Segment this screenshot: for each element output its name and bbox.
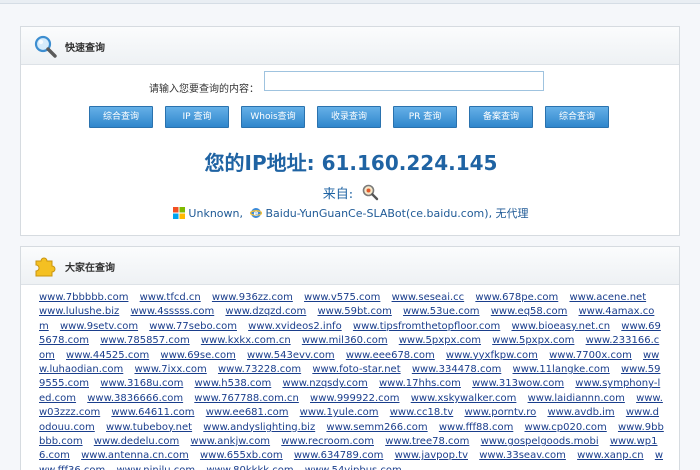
domain-link[interactable]: www.h538.com xyxy=(195,378,272,389)
domain-link[interactable]: www.69se.com xyxy=(160,350,235,361)
domain-link[interactable]: www.999922.com xyxy=(310,393,400,404)
domain-link[interactable]: www.yyxfkpw.com xyxy=(446,350,538,361)
domain-link[interactable]: www.77sebo.com xyxy=(149,321,237,332)
domain-link[interactable]: www.tfcd.cn xyxy=(140,292,201,303)
browser-text: Baidu-YunGuanCe-SLABot(ce.baidu.com), 无代… xyxy=(265,207,529,220)
domain-link[interactable]: www.bioeasy.net.cn xyxy=(511,321,610,332)
domain-link[interactable]: www.313wow.com xyxy=(472,378,564,389)
domain-link[interactable]: www.44525.com xyxy=(66,350,149,361)
query-button-row: 综合查询 IP 查询 Whois查询 收录查询 PR 查询 备案查询 综合查询 xyxy=(89,106,629,128)
domain-link[interactable]: www.80kkkk.com xyxy=(206,465,293,470)
domain-link[interactable]: www.xskywalker.com xyxy=(411,393,517,404)
puzzle-icon xyxy=(35,257,56,277)
domain-link[interactable]: www.seseai.cc xyxy=(392,292,465,303)
domain-link[interactable]: www.lulushe.biz xyxy=(39,306,119,317)
popular-queries-header: 大家在查询 xyxy=(21,247,679,285)
domain-link[interactable]: www.javpop.tv xyxy=(395,450,468,461)
icp-query-button[interactable]: 备案查询 xyxy=(469,106,533,128)
domain-link[interactable]: www.5pxpx.com xyxy=(399,335,481,346)
domain-link[interactable]: www.7700x.com xyxy=(549,350,632,361)
quick-query-panel: 快速查询 请输入您要查询的内容： 综合查询 IP 查询 Whois查询 收录查询… xyxy=(20,26,680,236)
domain-link[interactable]: www.5pxpx.com xyxy=(492,335,574,346)
domain-link[interactable]: www.v575.com xyxy=(304,292,380,303)
domain-link[interactable]: www.678pe.com xyxy=(475,292,558,303)
domain-link[interactable]: www.ee681.com xyxy=(206,407,289,418)
domain-link[interactable]: www.17hhs.com xyxy=(379,378,461,389)
domain-link[interactable]: www.785857.com xyxy=(100,335,190,346)
comprehensive-query-button[interactable]: 综合查询 xyxy=(89,106,153,128)
domain-link[interactable]: www.767788.com.cn xyxy=(194,393,299,404)
domain-link[interactable]: www.xvideos2.info xyxy=(248,321,342,332)
domain-link[interactable]: www.3836666.com xyxy=(87,393,183,404)
domain-link[interactable]: www.recroom.com xyxy=(281,436,374,447)
domain-link[interactable]: www.andyslighting.biz xyxy=(203,422,315,433)
domain-link[interactable]: www.ankjw.com xyxy=(190,436,270,447)
domain-link[interactable]: www.7ixx.com xyxy=(134,364,206,375)
domain-link[interactable]: www.antenna.cn.com xyxy=(81,450,189,461)
domain-link[interactable]: www.334478.com xyxy=(412,364,502,375)
domain-link[interactable]: www.53ue.com xyxy=(403,306,480,317)
domain-link[interactable]: www.kxkx.com.cn xyxy=(201,335,291,346)
top-border xyxy=(0,0,700,4)
domain-link[interactable]: www.xanp.cn xyxy=(577,450,644,461)
windows-flag-icon xyxy=(173,207,186,219)
query-input[interactable] xyxy=(264,71,544,91)
domain-link[interactable]: www.543evv.com xyxy=(247,350,335,361)
domain-link[interactable]: www.ninilu.com xyxy=(116,465,195,470)
domain-link[interactable]: www.cp020.com xyxy=(525,422,607,433)
domain-link[interactable]: www.54vipbus.com xyxy=(305,465,402,470)
magnifier-icon[interactable] xyxy=(361,183,379,201)
domain-link[interactable]: www.cc18.tv xyxy=(390,407,454,418)
domain-link[interactable]: www.foto-star.net xyxy=(312,364,400,375)
quick-query-header: 快速查询 xyxy=(21,27,679,65)
popular-queries-panel: 大家在查询 www.7bbbbb.com www.tfcd.cn www.936… xyxy=(20,246,680,470)
domain-link[interactable]: www.acene.net xyxy=(569,292,646,303)
ip-query-button[interactable]: IP 查询 xyxy=(165,106,229,128)
domain-link[interactable]: www.dzqzd.com xyxy=(225,306,306,317)
domain-link[interactable]: www.1yule.com xyxy=(300,407,379,418)
domain-link[interactable]: www.eq58.com xyxy=(491,306,568,317)
domain-link[interactable]: www.mil360.com xyxy=(302,335,388,346)
pr-query-button[interactable]: PR 查询 xyxy=(393,106,457,128)
domain-link[interactable]: www.fff88.com xyxy=(439,422,513,433)
svg-text:e: e xyxy=(254,210,259,218)
domain-link[interactable]: www.gospelgoods.mobi xyxy=(481,436,599,447)
domain-link[interactable]: www.4sssss.com xyxy=(130,306,214,317)
domain-link[interactable]: www.eee678.com xyxy=(346,350,435,361)
domain-link[interactable]: www.3168u.com xyxy=(100,378,183,389)
origin-label: 来自: xyxy=(322,187,354,202)
domain-link[interactable]: www.tipsfromthetopfloor.com xyxy=(353,321,500,332)
browser-globe-icon: e xyxy=(250,208,263,218)
domain-link[interactable]: www.634789.com xyxy=(294,450,384,461)
magnifier-icon xyxy=(34,35,57,58)
popular-domain-list: www.7bbbbb.com www.tfcd.cn www.936zz.com… xyxy=(39,291,664,470)
comprehensive-query-button-2[interactable]: 综合查询 xyxy=(545,106,609,128)
origin-line: 来自: xyxy=(21,183,681,202)
domain-link[interactable]: www.avdb.im xyxy=(547,407,614,418)
query-label: 请输入您要查询的内容： xyxy=(149,84,259,95)
domain-link[interactable]: www.semm266.com xyxy=(326,422,427,433)
domain-link[interactable]: www.33seav.com xyxy=(479,450,566,461)
domain-link[interactable]: www.laidiannn.com xyxy=(528,393,625,404)
domain-link[interactable]: www.7bbbbb.com xyxy=(39,292,128,303)
domain-link[interactable]: www.59bt.com xyxy=(317,306,391,317)
whois-query-button[interactable]: Whois查询 xyxy=(241,106,305,128)
domain-link[interactable]: www.936zz.com xyxy=(212,292,293,303)
ip-address-text: 您的IP地址: 61.160.224.145 xyxy=(204,151,498,175)
domain-link[interactable]: www.64611.com xyxy=(111,407,194,418)
indexing-query-button[interactable]: 收录查询 xyxy=(317,106,381,128)
panel-title: 快速查询 xyxy=(65,43,105,54)
domain-link[interactable]: www.73228.com xyxy=(218,364,301,375)
os-text: Unknown, xyxy=(188,207,243,220)
domain-link[interactable]: www.nzqsdy.com xyxy=(282,378,367,389)
panel-title: 大家在查询 xyxy=(65,263,115,274)
domain-link[interactable]: www.tubeboy.net xyxy=(106,422,192,433)
domain-link[interactable]: www.11langke.com xyxy=(513,364,610,375)
domain-link[interactable]: www.tree78.com xyxy=(385,436,469,447)
domain-link[interactable]: www.655xb.com xyxy=(200,450,283,461)
domain-link[interactable]: www.porntv.ro xyxy=(464,407,536,418)
user-agent-line: Unknown, e Baidu-YunGuanCe-SLABot(ce.bai… xyxy=(21,205,681,221)
domain-link[interactable]: www.dedelu.com xyxy=(94,436,179,447)
domain-link[interactable]: www.9setv.com xyxy=(60,321,138,332)
